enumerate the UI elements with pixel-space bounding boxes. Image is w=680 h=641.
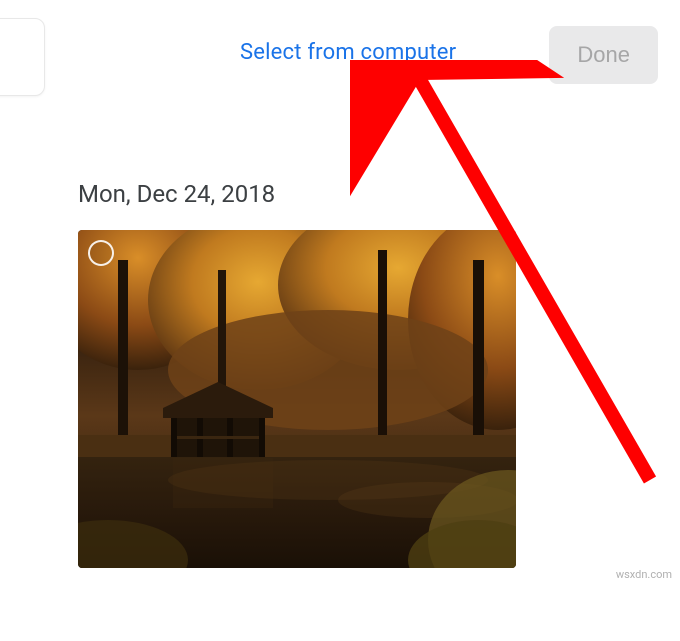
left-card-fragment [0, 18, 45, 96]
photo-thumbnail[interactable] [78, 230, 516, 568]
done-button[interactable]: Done [549, 26, 658, 84]
photo-group-date: Mon, Dec 24, 2018 [78, 180, 275, 208]
select-from-computer-link[interactable]: Select from computer [240, 40, 456, 65]
autumn-landscape-image [78, 230, 516, 568]
watermark-text: wsxdn.com [616, 568, 672, 581]
selection-circle-icon[interactable] [88, 240, 114, 266]
